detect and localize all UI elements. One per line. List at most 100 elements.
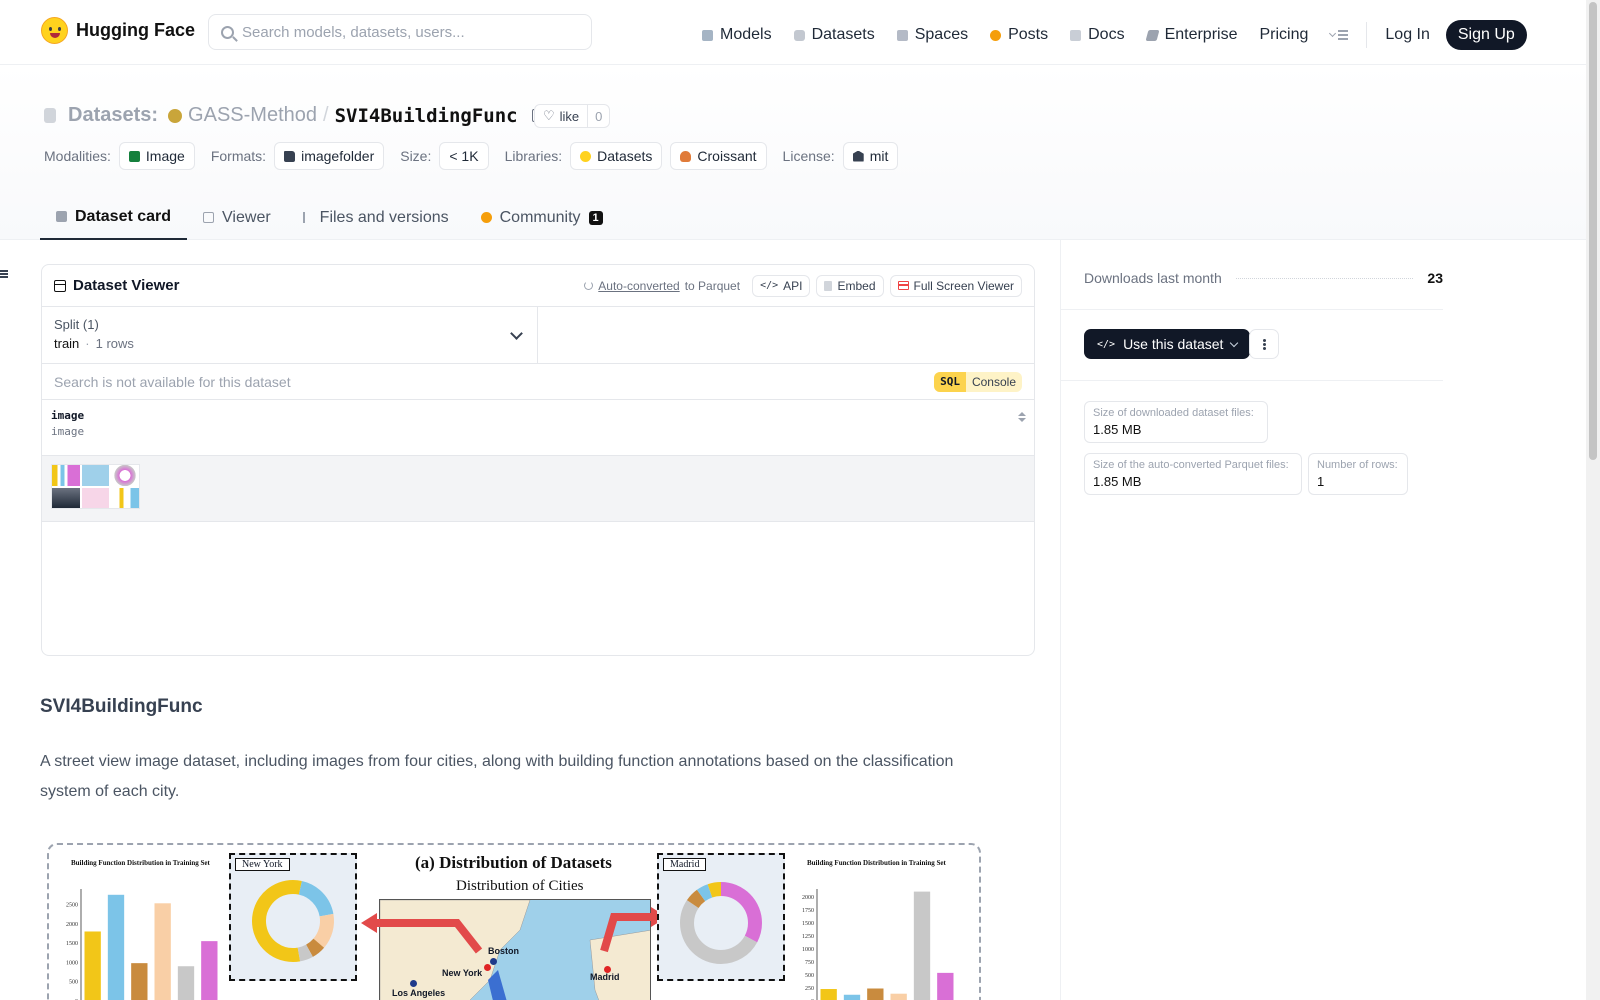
sidebar-separator (1061, 309, 1443, 310)
sidebar-divider (1060, 240, 1061, 1000)
nav-docs[interactable]: Docs (1070, 26, 1125, 44)
nav-models[interactable]: Models (702, 26, 772, 44)
dataset-viewer: Dataset Viewer Auto-converted to Parquet… (41, 264, 1035, 656)
split-rows: 1 rows (95, 336, 134, 351)
tab-dataset-card-label: Dataset card (75, 207, 172, 225)
embed-button[interactable]: Embed (816, 274, 884, 297)
org-link[interactable]: GASS-Method (188, 104, 317, 127)
embed-icon (824, 280, 833, 291)
stat-label: Number of rows: (1317, 459, 1398, 471)
madrid-map: Madrid (657, 853, 785, 981)
like-button[interactable]: ♡ like 0 (534, 104, 611, 128)
split-row: Split (1) train · 1 rows (42, 307, 1034, 364)
nav-enterprise[interactable]: Enterprise (1145, 26, 1237, 44)
right-chart-y-tick-label: 1250 (802, 934, 814, 940)
search-box[interactable] (208, 14, 592, 50)
code-icon: </> (1097, 338, 1116, 350)
nav-datasets-label: Datasets (811, 26, 875, 43)
files-icon (302, 212, 312, 223)
tag-image[interactable]: Image (118, 142, 195, 170)
hugging-face-icon (580, 150, 592, 162)
image-thumbnail[interactable] (51, 464, 140, 509)
right-chart-bar (820, 989, 837, 1000)
tag-imagefolder[interactable]: imagefolder (274, 142, 385, 170)
nav-pricing[interactable]: Pricing (1259, 26, 1308, 44)
more-options-button[interactable] (1249, 329, 1279, 359)
nav-spaces[interactable]: Spaces (896, 26, 968, 44)
modalities-label: Modalities: (44, 148, 111, 164)
auto-converted-link[interactable]: Auto-converted (598, 279, 679, 293)
search-input[interactable] (242, 23, 572, 41)
like-count[interactable]: 0 (588, 109, 609, 124)
cube-icon (56, 211, 67, 222)
split-selector[interactable]: Split (1) train · 1 rows (42, 307, 538, 363)
column-name: image (51, 409, 85, 422)
split-label: Split (1) (54, 317, 99, 332)
search-unavailable-text: Search is not available for this dataset (54, 373, 291, 390)
column-header-image[interactable]: image image (42, 400, 1034, 456)
signup-button[interactable]: Sign Up (1445, 20, 1527, 50)
table-icon (203, 212, 215, 223)
logo-link[interactable]: Hugging Face (41, 17, 195, 44)
nav-posts-label: Posts (1008, 26, 1049, 43)
thumbnail-tile (81, 465, 110, 486)
table-of-contents-icon[interactable] (0, 270, 8, 279)
tag-datasets-lib[interactable]: Datasets (570, 142, 663, 170)
downloads-value: 23 (1427, 270, 1443, 286)
repo-name-link[interactable]: SVI4BuildingFunc (335, 105, 518, 127)
more-menu-icon[interactable] (1330, 29, 1349, 41)
login-link[interactable]: Log In (1385, 26, 1429, 44)
tag-datasets-label: Datasets (597, 148, 653, 164)
auto-converted-note: Auto-converted to Parquet (584, 279, 740, 293)
tab-viewer[interactable]: Viewer (187, 195, 287, 240)
formats-label: Formats: (210, 148, 267, 164)
use-this-dataset-button[interactable]: </> Use this dataset (1084, 329, 1251, 359)
tag-image-label: Image (145, 148, 185, 164)
tab-community[interactable]: Community 1 (465, 195, 619, 240)
page-scrollbar[interactable] (1586, 0, 1600, 1000)
tag-license-label: mit (869, 148, 889, 164)
use-this-dataset-label: Use this dataset (1123, 336, 1224, 352)
console-label: Console (971, 374, 1016, 389)
datasets-icon (793, 29, 805, 41)
tag-croissant-label: Croissant (697, 148, 757, 164)
code-icon: </> (760, 280, 779, 291)
api-button[interactable]: </> API (752, 274, 811, 297)
posts-icon (990, 29, 1002, 41)
stat-parquet-size: Size of the auto-converted Parquet files… (1084, 453, 1302, 495)
table-row[interactable] (42, 456, 1034, 522)
full-screen-label: Full Screen Viewer (913, 278, 1015, 293)
tab-files[interactable]: Files and versions (287, 195, 465, 240)
sort-icon[interactable] (1018, 412, 1026, 424)
right-chart-y-tick-label: 1750 (802, 908, 814, 914)
sql-badge: SQL (934, 371, 966, 392)
tab-dataset-card[interactable]: Dataset card (40, 195, 188, 240)
datasets-breadcrumb-link[interactable]: Datasets: (68, 104, 158, 127)
viewer-search-row: Search is not available for this dataset… (42, 364, 1034, 400)
croissant-icon (680, 150, 692, 162)
full-screen-viewer-button[interactable]: Full Screen Viewer (889, 274, 1022, 297)
like-toggle[interactable]: ♡ like (535, 105, 589, 127)
tag-croissant[interactable]: Croissant (670, 142, 767, 170)
nav-datasets[interactable]: Datasets (793, 26, 875, 44)
stat-value: 1 (1317, 474, 1325, 489)
docs-icon (1070, 29, 1082, 41)
nav-posts[interactable]: Posts (990, 26, 1048, 44)
stat-label: Size of the auto-converted Parquet files… (1093, 459, 1289, 471)
downloads-row: Downloads last month 23 (1084, 270, 1443, 286)
tag-size[interactable]: < 1K (439, 142, 489, 170)
community-count-badge: 1 (588, 210, 603, 225)
thumbnail-tile (111, 465, 139, 486)
breadcrumb-separator: / (323, 104, 329, 126)
tag-license[interactable]: mit (842, 142, 899, 170)
right-chart-y-tick-label: 500 (805, 973, 814, 979)
libraries-label: Libraries: (504, 148, 563, 164)
right-chart-bar (867, 988, 884, 1000)
sql-console-button[interactable]: SQL Console (934, 371, 1022, 392)
scrollbar-thumb[interactable] (1589, 2, 1597, 460)
split-name: train (54, 336, 80, 351)
right-chart-y-tick-label: 250 (805, 986, 814, 992)
right-bar-chart: 200017501500125010007505002500M1M2M3M4M5… (802, 889, 954, 1000)
stat-download-size: Size of downloaded dataset files: 1.85 M… (1084, 401, 1268, 443)
heart-icon: ♡ (543, 108, 555, 123)
